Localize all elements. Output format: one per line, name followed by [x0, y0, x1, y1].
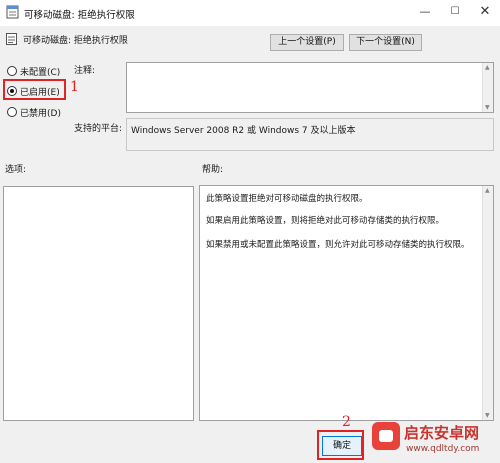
next-setting-button[interactable]: 下一个设置(N) [349, 34, 422, 51]
help-scrollbar[interactable]: ▲ ▼ [482, 186, 493, 420]
ok-button[interactable]: 确定 [322, 436, 362, 456]
annotation-highlight-enabled [3, 79, 66, 100]
help-label: 帮助: [202, 165, 224, 175]
help-text-line: 如果禁用或未配置此策略设置，则允许对此可移动存储类的执行权限。 [206, 240, 470, 250]
minimize-button[interactable]: — [410, 2, 440, 22]
site-watermark: 启东安卓网 www.qdltdy.com [372, 420, 500, 463]
title-bar: 可移动磁盘: 拒绝执行权限 — ☐ ✕ [0, 0, 500, 26]
radio-button-icon[interactable] [7, 66, 17, 76]
policy-setting-window: 可移动磁盘: 拒绝执行权限 — ☐ ✕ 可移动磁盘: 拒绝执行权限 上一个设置(… [0, 0, 500, 463]
comment-label: 注释: [74, 66, 96, 76]
comment-textarea[interactable]: ▲ ▼ [126, 62, 494, 113]
policy-setting-icon [6, 33, 17, 45]
platform-label: 支持的平台: [74, 124, 123, 134]
radio-disabled[interactable]: 已禁用(D) [7, 106, 61, 119]
watermark-url: www.qdltdy.com [406, 444, 480, 454]
previous-setting-button[interactable]: 上一个设置(P) [270, 34, 344, 51]
policy-name: 可移动磁盘: 拒绝执行权限 [23, 36, 128, 46]
platform-value: Windows Server 2008 R2 或 Windows 7 及以上版本 [131, 126, 356, 136]
annotation-step-1: 1 [70, 79, 79, 95]
radio-label: 未配置(C) [20, 68, 61, 78]
comment-scrollbar[interactable]: ▲ ▼ [482, 63, 493, 112]
window-title: 可移动磁盘: 拒绝执行权限 [24, 10, 135, 21]
platform-display: Windows Server 2008 R2 或 Windows 7 及以上版本 [126, 118, 494, 151]
help-text-line: 如果启用此策略设置，则将拒绝对此可移动存储类的执行权限。 [206, 216, 445, 226]
radio-not-configured[interactable]: 未配置(C) [7, 65, 60, 78]
scroll-down-arrow-icon[interactable]: ▼ [485, 412, 490, 419]
help-text-line: 此策略设置拒绝对可移动磁盘的执行权限。 [206, 194, 368, 204]
maximize-button[interactable]: ☐ [440, 2, 470, 22]
annotation-step-2: 2 [342, 414, 351, 430]
radio-button-icon[interactable] [7, 107, 17, 117]
options-panel [3, 186, 194, 421]
scroll-up-arrow-icon[interactable]: ▲ [485, 187, 490, 194]
watermark-logo-inner [379, 430, 393, 442]
scroll-down-arrow-icon[interactable]: ▼ [485, 104, 490, 111]
radio-label: 已禁用(D) [20, 109, 61, 119]
scroll-up-arrow-icon[interactable]: ▲ [485, 64, 490, 71]
watermark-logo-icon [372, 422, 400, 450]
help-panel: 此策略设置拒绝对可移动磁盘的执行权限。 如果启用此策略设置，则将拒绝对此可移动存… [199, 185, 494, 421]
policy-document-icon [6, 5, 19, 19]
close-button[interactable]: ✕ [470, 2, 500, 22]
watermark-title: 启东安卓网 [404, 424, 480, 442]
options-label: 选项: [5, 165, 27, 175]
